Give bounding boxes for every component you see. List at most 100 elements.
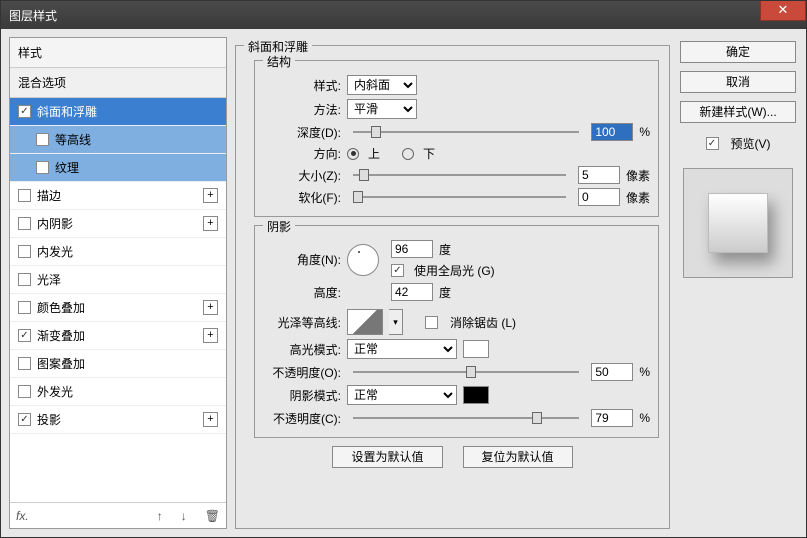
antialias-checkbox[interactable] [425, 316, 438, 329]
shadow-mode-label: 阴影模式: [263, 387, 341, 404]
preview-label: 预览(V) [731, 135, 771, 152]
effect-checkbox[interactable] [18, 189, 31, 202]
preview-thumbnail [708, 193, 768, 253]
effect-checkbox[interactable] [18, 273, 31, 286]
preview-box [683, 168, 793, 278]
depth-input[interactable] [591, 123, 633, 141]
depth-unit: % [639, 125, 650, 139]
effect-label: 描边 [37, 187, 61, 204]
highlight-mode-select[interactable]: 正常 [347, 339, 457, 359]
close-button[interactable]: ✕ [760, 1, 806, 21]
shadow-box: 阴影 角度(N): 度 ✓ 使用全局光 (G) [254, 225, 659, 438]
size-input[interactable] [578, 166, 620, 184]
add-effect-icon[interactable]: + [203, 328, 218, 343]
effect-checkbox[interactable] [18, 385, 31, 398]
direction-label: 方向: [263, 145, 341, 162]
bevel-emboss-group: 斜面和浮雕 结构 样式: 内斜面 方法: 平滑 深度(D): [235, 45, 670, 529]
effect-checkbox[interactable] [36, 161, 49, 174]
effect-row-3[interactable]: 描边 + [10, 182, 226, 210]
cancel-button[interactable]: 取消 [680, 71, 796, 93]
altitude-input[interactable] [391, 283, 433, 301]
soften-unit: 像素 [626, 189, 650, 206]
make-default-button[interactable]: 设置为默认值 [332, 446, 442, 468]
opacity2-slider[interactable] [353, 410, 579, 426]
effect-label: 图案叠加 [37, 355, 85, 372]
effect-row-0[interactable]: ✓ 斜面和浮雕 [10, 98, 226, 126]
effect-checkbox[interactable] [36, 133, 49, 146]
method-select[interactable]: 平滑 [347, 99, 417, 119]
add-effect-icon[interactable]: + [203, 188, 218, 203]
effect-row-11[interactable]: ✓ 投影 + [10, 406, 226, 434]
altitude-label: 高度: [263, 284, 341, 301]
soften-label: 软化(F): [263, 189, 341, 206]
angle-label: 角度(N): [263, 251, 341, 268]
blending-options[interactable]: 混合选项 [10, 68, 226, 98]
effect-row-7[interactable]: 颜色叠加+ [10, 294, 226, 322]
effect-label: 渐变叠加 [37, 327, 85, 344]
effect-checkbox[interactable] [18, 245, 31, 258]
highlight-color-swatch[interactable] [463, 340, 489, 358]
effect-row-5[interactable]: 内发光 [10, 238, 226, 266]
direction-up-radio[interactable] [347, 148, 359, 160]
direction-down-radio[interactable] [402, 148, 414, 160]
effect-checkbox[interactable] [18, 217, 31, 230]
angle-input[interactable] [391, 240, 433, 258]
depth-label: 深度(D): [263, 124, 341, 141]
effect-row-8[interactable]: ✓ 渐变叠加 + [10, 322, 226, 350]
gloss-contour-dropdown[interactable]: ▾ [389, 309, 403, 335]
effect-label: 内阴影 [37, 215, 73, 232]
soften-input[interactable] [578, 188, 620, 206]
size-label: 大小(Z): [263, 167, 341, 184]
opacity1-label: 不透明度(O): [263, 364, 341, 381]
styles-panel: 样式 混合选项 ✓ 斜面和浮雕等高线纹理描边 + 内阴影 + 内发光光泽颜色叠加+ ✓ 渐变叠… [9, 37, 227, 529]
move-down-icon[interactable]: ↓ [181, 509, 187, 523]
move-up-icon[interactable]: ↑ [157, 509, 163, 523]
effect-list: ✓ 斜面和浮雕等高线纹理描边 + 内阴影 + 内发光光泽颜色叠加+ ✓ 渐变叠加 + 图案叠加外发… [10, 98, 226, 502]
add-effect-icon[interactable]: + [203, 216, 218, 231]
effect-label: 斜面和浮雕 [37, 103, 97, 120]
effect-label: 投影 [37, 411, 61, 428]
effect-row-1[interactable]: 等高线 [10, 126, 226, 154]
trash-icon[interactable]: 🗑 [205, 509, 220, 523]
effect-checkbox[interactable] [18, 301, 31, 314]
opacity2-input[interactable] [591, 409, 633, 427]
settings-panel: 斜面和浮雕 结构 样式: 内斜面 方法: 平滑 深度(D): [235, 37, 670, 529]
effect-checkbox[interactable]: ✓ [18, 329, 31, 342]
style-select[interactable]: 内斜面 [347, 75, 417, 95]
effect-row-9[interactable]: 图案叠加 [10, 350, 226, 378]
soften-slider[interactable] [353, 189, 566, 205]
opacity1-input[interactable] [591, 363, 633, 381]
angle-dial[interactable] [347, 244, 379, 276]
preview-checkbox[interactable]: ✓ [706, 137, 719, 150]
reset-default-button[interactable]: 复位为默认值 [463, 446, 573, 468]
effect-label: 内发光 [37, 243, 73, 260]
add-effect-icon[interactable]: + [203, 300, 218, 315]
size-unit: 像素 [626, 167, 650, 184]
effect-row-4[interactable]: 内阴影 + [10, 210, 226, 238]
method-label: 方法: [263, 101, 341, 118]
add-effect-icon[interactable]: + [203, 412, 218, 427]
styles-footer: fx. ↑ ↓ 🗑 [10, 502, 226, 528]
close-icon: ✕ [778, 2, 789, 17]
effect-label: 等高线 [55, 131, 91, 148]
new-style-button[interactable]: 新建样式(W)... [680, 101, 796, 123]
shadow-mode-select[interactable]: 正常 [347, 385, 457, 405]
fx-icon[interactable]: fx. [16, 509, 29, 523]
opacity2-label: 不透明度(C): [263, 410, 341, 427]
size-slider[interactable] [353, 167, 566, 183]
effect-checkbox[interactable] [18, 357, 31, 370]
title-bar: 图层样式 ✕ [1, 1, 806, 29]
global-light-checkbox[interactable]: ✓ [391, 264, 404, 277]
styles-header[interactable]: 样式 [10, 38, 226, 68]
effect-row-10[interactable]: 外发光 [10, 378, 226, 406]
ok-button[interactable]: 确定 [680, 41, 796, 63]
effect-checkbox[interactable]: ✓ [18, 105, 31, 118]
gloss-contour-swatch[interactable] [347, 309, 383, 335]
effect-row-2[interactable]: 纹理 [10, 154, 226, 182]
effect-row-6[interactable]: 光泽 [10, 266, 226, 294]
shadow-color-swatch[interactable] [463, 386, 489, 404]
structure-title: 结构 [263, 53, 295, 70]
opacity1-slider[interactable] [353, 364, 579, 380]
effect-checkbox[interactable]: ✓ [18, 413, 31, 426]
depth-slider[interactable] [353, 124, 579, 140]
